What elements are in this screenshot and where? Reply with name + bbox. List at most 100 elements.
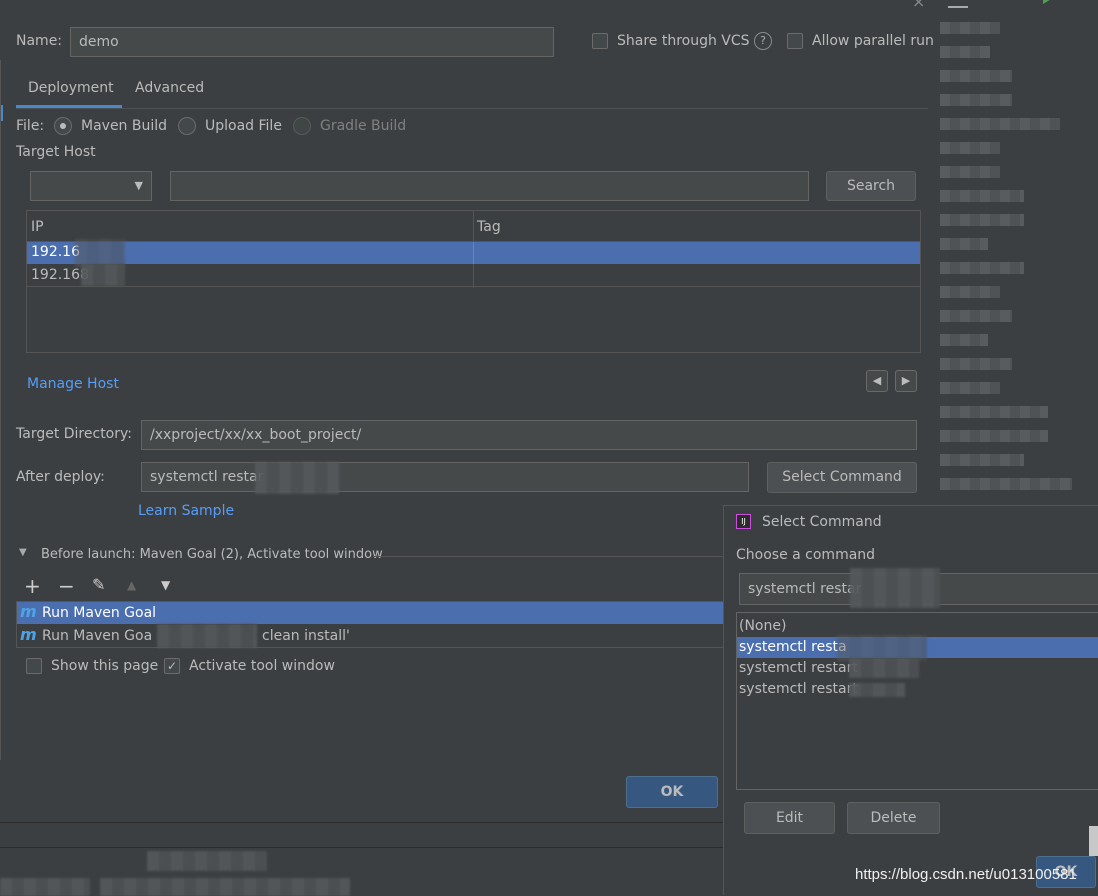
target-directory-input[interactable]: /xxproject/xx/xx_boot_project/ [141, 420, 917, 450]
redacted-item [940, 310, 1012, 322]
help-icon[interactable]: ? [754, 32, 772, 50]
next-page-icon[interactable]: ▶ [895, 370, 917, 392]
task-label: Run Maven Goa [42, 628, 153, 644]
share-vcs-label: Share through VCS [617, 33, 750, 49]
close-icon[interactable]: × [912, 0, 925, 11]
redacted-item [940, 118, 1060, 130]
status-bar [0, 822, 723, 896]
column-tag: Tag [477, 219, 501, 235]
task-suffix: clean install' [262, 628, 350, 644]
redacted-text [0, 878, 90, 896]
scroll-indicator [1089, 826, 1098, 856]
gradle-build-label: Gradle Build [320, 118, 407, 134]
redacted-text [849, 658, 919, 678]
command-label: systemctl restart [739, 681, 858, 697]
tab-advanced-label: Advanced [135, 80, 205, 96]
manage-host-link[interactable]: Manage Host [27, 376, 119, 392]
radio-maven-build[interactable] [54, 117, 72, 135]
delete-button[interactable]: Delete [847, 802, 940, 834]
add-icon[interactable]: + [24, 574, 41, 598]
redacted-text [100, 878, 350, 896]
select-command-popup: IJ Select Command Choose a command syste… [723, 505, 1098, 895]
redacted-text [81, 264, 125, 286]
before-launch-label: Before launch: Maven Goal (2), Activate … [41, 547, 383, 562]
list-item[interactable]: (None) [737, 616, 1098, 637]
maven-icon: m [20, 625, 37, 644]
redacted-text [850, 568, 940, 608]
radio-gradle-build[interactable] [293, 117, 311, 135]
collapse-arrow-icon[interactable]: ▼ [19, 547, 27, 558]
remove-icon[interactable]: − [58, 574, 75, 598]
ok-button[interactable]: OK [626, 776, 718, 808]
redacted-item [940, 358, 1012, 370]
popup-title: Select Command [762, 514, 882, 530]
host-search-input[interactable] [170, 171, 809, 201]
tab-deployment[interactable]: Deployment [16, 70, 122, 108]
move-up-icon[interactable]: ▲ [127, 578, 136, 592]
list-item[interactable]: systemctl restart [737, 679, 1098, 700]
list-item[interactable]: systemctl resta [737, 635, 1098, 661]
redacted-item [940, 430, 1048, 442]
host-group-dropdown[interactable]: ▼ [30, 171, 152, 201]
redacted-item [940, 262, 1024, 274]
command-label: (None) [739, 618, 787, 634]
edit-icon[interactable]: ✎ [92, 575, 105, 594]
redacted-item [940, 454, 1024, 466]
maven-build-label: Maven Build [81, 118, 168, 134]
allow-parallel-label: Allow parallel run [812, 33, 934, 49]
redacted-item [940, 406, 1048, 418]
activate-tool-checkbox[interactable]: ✓ [164, 658, 180, 674]
redacted-item [940, 238, 988, 250]
target-host-label: Target Host [16, 144, 96, 160]
chevron-down-icon: ▼ [134, 179, 143, 192]
column-ip: IP [31, 219, 44, 235]
learn-sample-link[interactable]: Learn Sample [138, 503, 234, 519]
after-deploy-input[interactable]: systemctl restar [141, 462, 749, 492]
move-down-icon[interactable]: ▼ [161, 578, 170, 592]
name-input[interactable]: demo [70, 27, 554, 57]
maven-icon: m [20, 602, 37, 621]
redacted-item [940, 334, 988, 346]
prev-page-icon[interactable]: ◀ [866, 370, 888, 392]
background-editor-strip [938, 0, 1098, 505]
activate-tool-label: Activate tool window [189, 658, 335, 674]
table-header: IP Tag [27, 211, 920, 288]
select-command-button[interactable]: Select Command [767, 462, 917, 493]
redacted-item [940, 382, 1000, 394]
redacted-text [157, 624, 257, 648]
radio-upload-file[interactable] [178, 117, 196, 135]
redacted-item [940, 478, 1072, 490]
allow-parallel-checkbox[interactable] [787, 33, 803, 49]
name-label: Name: [16, 33, 63, 49]
search-button[interactable]: Search [826, 171, 916, 201]
redacted-text [849, 683, 905, 697]
left-divider [0, 60, 1, 760]
redacted-item [940, 214, 1024, 226]
command-label: systemctl resta [739, 639, 847, 655]
list-item[interactable]: systemctl restart [737, 658, 1098, 679]
redacted-item [940, 46, 990, 58]
cell-divider [473, 242, 474, 264]
redacted-text [147, 851, 267, 871]
tab-divider [16, 108, 928, 109]
show-page-checkbox[interactable] [26, 658, 42, 674]
host-table: IP Tag 192.16 192.168 [26, 210, 921, 353]
command-list: (None) systemctl resta systemctl restart… [736, 612, 1098, 790]
redacted-item [940, 22, 1000, 34]
table-row[interactable]: 192.16 [27, 239, 920, 267]
radio-dot [60, 123, 66, 129]
task-label: Run Maven Goal [42, 605, 157, 621]
tab-deployment-label: Deployment [28, 80, 114, 96]
tab-advanced[interactable]: Advanced [126, 70, 216, 108]
upload-file-label: Upload File [205, 118, 282, 134]
redacted-item [940, 190, 1024, 202]
redacted-item [940, 166, 1000, 178]
toolbar-icon [948, 0, 968, 8]
status-divider [0, 847, 723, 848]
redacted-item [940, 142, 1000, 154]
edit-button[interactable]: Edit [744, 802, 835, 834]
redacted-text [75, 239, 125, 267]
share-vcs-checkbox[interactable] [592, 33, 608, 49]
command-label: systemctl restart [739, 660, 858, 676]
table-row[interactable]: 192.168 [27, 264, 920, 287]
